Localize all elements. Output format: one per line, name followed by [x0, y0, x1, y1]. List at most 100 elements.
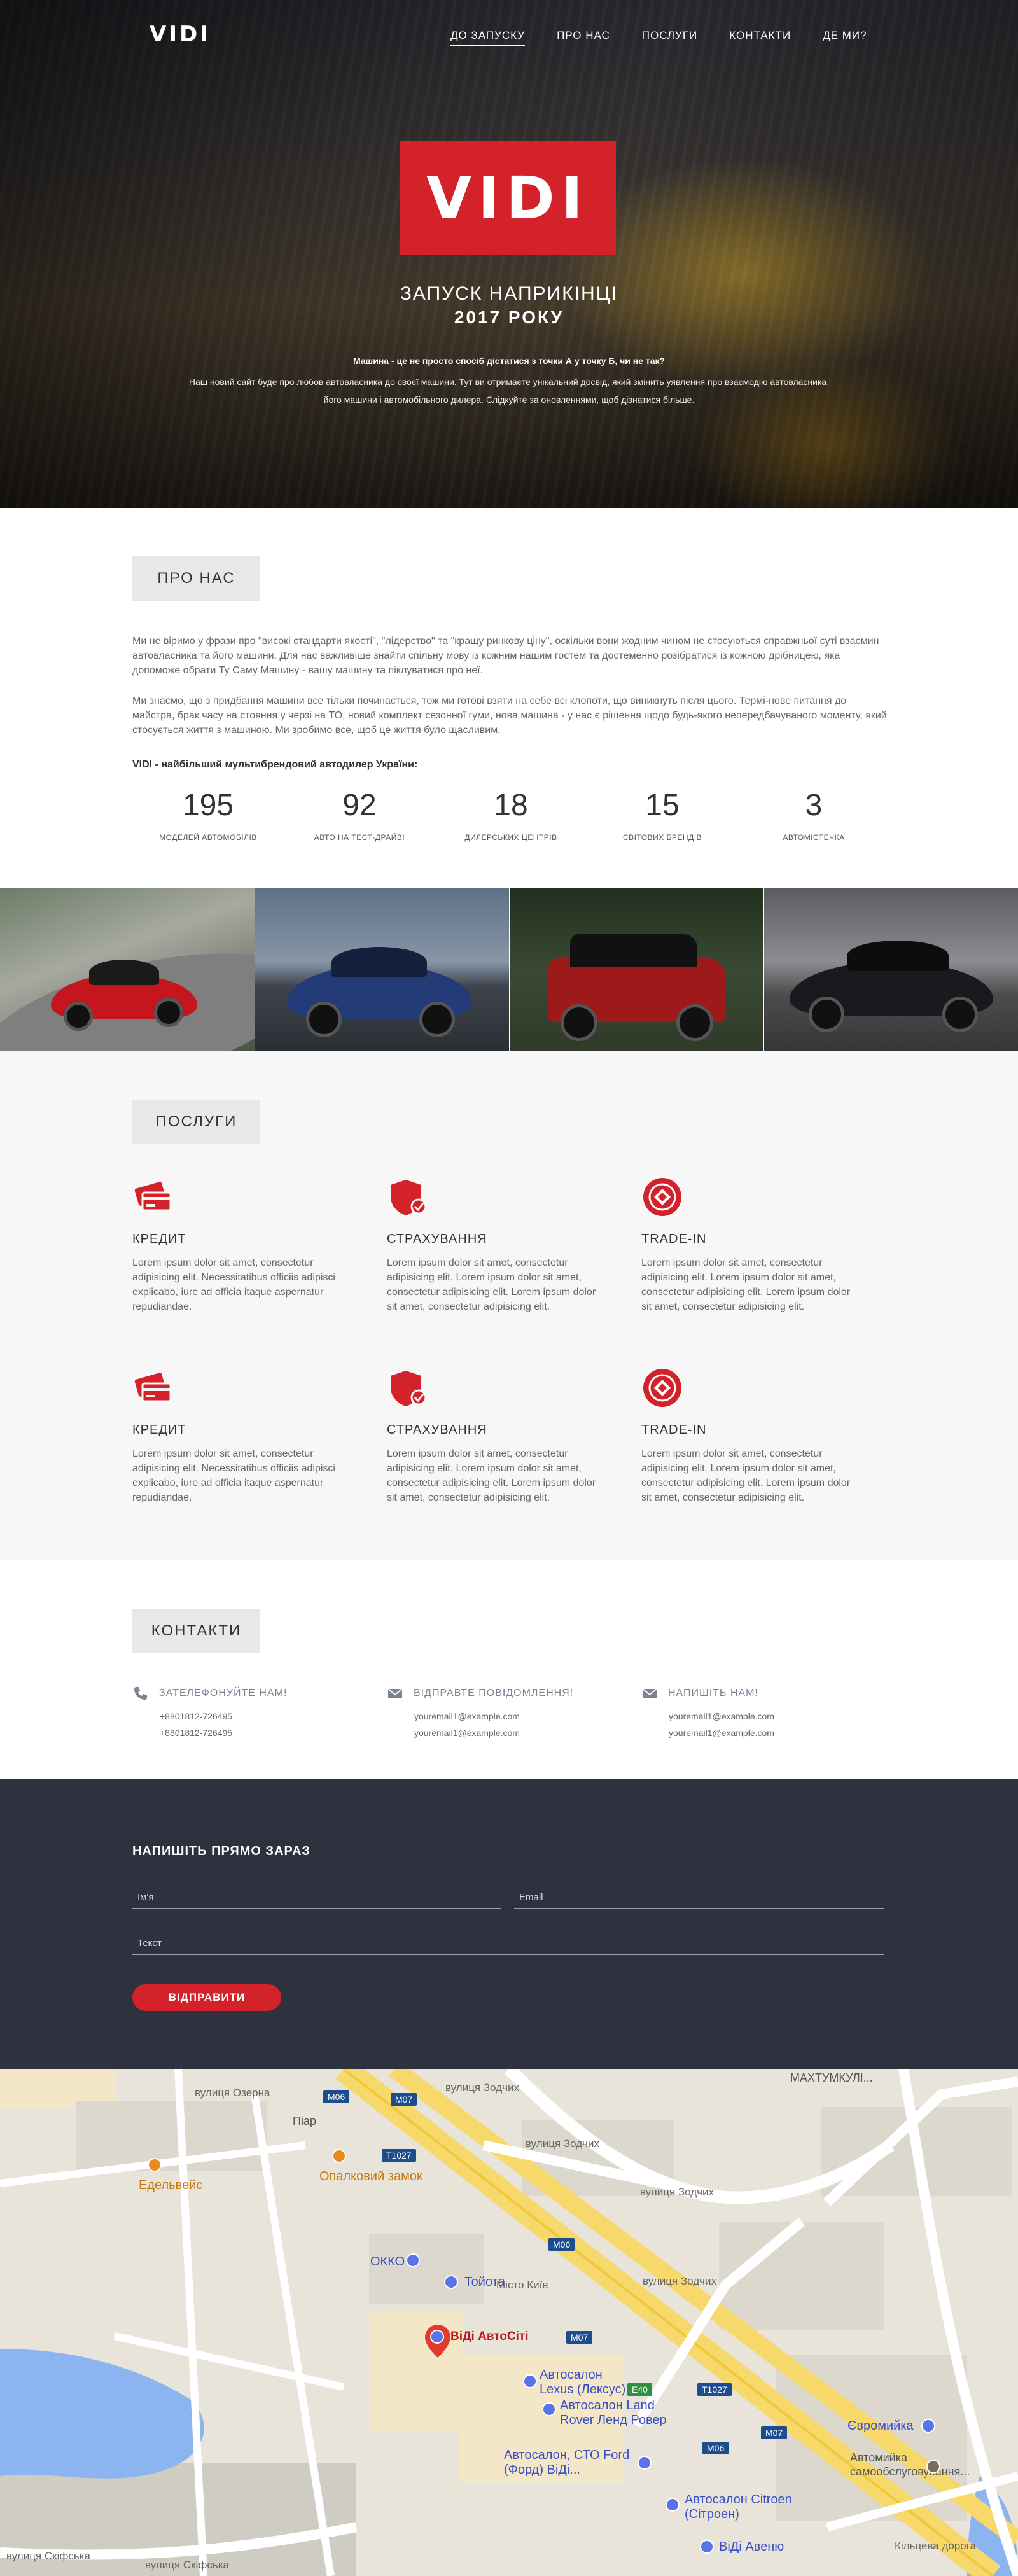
highway-shield: M07: [566, 2331, 593, 2344]
email-address[interactable]: youremail1@example.com: [414, 1708, 603, 1725]
contact-title: ВІДПРАВТЕ ПОВІДОМЛЕННЯ!: [414, 1688, 574, 1698]
hero-description: Наш новий сайт буде про любов автовласни…: [188, 377, 830, 405]
car-photo-blue-luxury-coupe[interactable]: [254, 888, 509, 1051]
map-place-label: Автосалон Land Rover Ленд Ровер: [560, 2398, 667, 2427]
stats-row: 195 МОДЕЛЕЙ АВТОМОБІЛІВ 92 АВТО НА ТЕСТ-…: [132, 788, 889, 842]
map-place-label: ОККО: [370, 2255, 405, 2269]
car-photo-red-sports-coupe[interactable]: [0, 888, 254, 1051]
highway-shield: M06: [702, 2442, 729, 2454]
car-wash-icon[interactable]: [926, 2460, 940, 2474]
stat-value: 15: [645, 788, 680, 822]
message-field[interactable]: [132, 1932, 884, 1955]
map-selected-label[interactable]: ВіДі АвтоСіті: [450, 2330, 529, 2344]
map-place-label: Піар: [293, 2115, 316, 2127]
fuel-station-icon[interactable]: [406, 2253, 420, 2267]
service-card-credit[interactable]: КРЕДИТ Lorem ipsum dolor sit amet, conse…: [132, 1176, 349, 1314]
highway-shield: M06: [323, 2090, 350, 2103]
car-dealer-icon[interactable]: [700, 2540, 714, 2554]
email-address[interactable]: youremail1@example.com: [669, 1725, 858, 1741]
submit-button[interactable]: ВІДПРАВИТИ: [132, 1984, 281, 2011]
car-dealer-icon[interactable]: [430, 2330, 444, 2344]
contact-message: ВІДПРАВТЕ ПОВІДОМЛЕННЯ! youremail1@examp…: [387, 1685, 603, 1741]
services-heading: ПОСЛУГИ: [132, 1100, 260, 1144]
car-roof: [89, 960, 159, 985]
map-street-label: Кільцева дорога: [895, 2540, 977, 2552]
main-nav: ДО ЗАПУСКУ ПРО НАС ПОСЛУГИ КОНТАКТИ ДЕ М…: [450, 29, 899, 46]
hero-logo-badge: VIDI: [400, 141, 616, 255]
contact-title: НАПИШІТЬ НАМ!: [668, 1688, 758, 1698]
stat-value: 92: [342, 788, 377, 822]
map-place-label: Євромийка: [847, 2419, 914, 2433]
car-dealer-icon[interactable]: [523, 2374, 537, 2388]
nav-item-location[interactable]: ДЕ МИ?: [823, 29, 867, 46]
highway-shield: T1027: [382, 2149, 416, 2162]
map-place-label: Тойота: [464, 2275, 505, 2289]
nav-item-services[interactable]: ПОСЛУГИ: [642, 29, 698, 46]
about-heading: ПРО НАС: [132, 556, 260, 601]
car-wheel: [561, 1004, 597, 1041]
car-roof: [847, 941, 949, 971]
service-text: Lorem ipsum dolor sit amet, consectetur …: [387, 1257, 596, 1312]
shield-check-icon: [391, 1180, 427, 1215]
about-section: ПРО НАС Ми не віримо у фрази про "високі…: [0, 508, 1018, 888]
map-place-label: Автосалон Citroen (Сітроен): [685, 2493, 792, 2521]
map-street-label: вулиця Озерна: [195, 2087, 270, 2099]
site-logo[interactable]: VIDI: [150, 22, 211, 47]
service-title: TRADE-IN: [641, 1423, 707, 1437]
service-card-credit[interactable]: КРЕДИТ Lorem ipsum dolor sit amet, conse…: [132, 1367, 349, 1505]
hero-year: 2017 РОКУ: [454, 307, 564, 327]
trade-in-icon: [643, 1369, 681, 1407]
restaurant-icon[interactable]: [332, 2149, 346, 2163]
stat-label: СВІТОВИХ БРЕНДІВ: [622, 833, 702, 842]
map-street-label: вулиця Зодчих: [640, 2186, 714, 2198]
service-text: Lorem ipsum dolor sit amet, consectetur …: [641, 1448, 851, 1503]
stat-item: 92 АВТО НА ТЕСТ-ДРАЙВ!: [284, 788, 435, 842]
car-wash-icon[interactable]: [921, 2419, 935, 2433]
car-dealer-icon[interactable]: [542, 2402, 556, 2416]
nav-item-about[interactable]: ПРО НАС: [557, 29, 610, 46]
service-text: Lorem ipsum dolor sit amet, consectetur …: [132, 1448, 335, 1503]
email-field[interactable]: [514, 1886, 884, 1909]
nav-item-launch[interactable]: ДО ЗАПУСКУ: [450, 29, 526, 46]
car-photo-red-suv[interactable]: [509, 888, 764, 1051]
car-roof: [570, 934, 697, 967]
credit-card-icon: [134, 1182, 172, 1212]
service-card-insurance[interactable]: СТРАХУВАННЯ Lorem ipsum dolor sit amet, …: [387, 1367, 603, 1505]
map-street-label: вулиця Зодчих: [445, 2082, 519, 2094]
phone-number[interactable]: +8801812-726495: [160, 1725, 349, 1741]
map-place-label: Автосалон, СТО Ford (Форд) ВіДі...: [504, 2448, 630, 2477]
car-photo-black-sedan[interactable]: [764, 888, 1018, 1051]
service-title: TRADE-IN: [641, 1232, 707, 1246]
hero-title: ЗАПУСК НАПРИКІНЦІ: [400, 283, 618, 304]
service-card-trade-in[interactable]: TRADE-IN Lorem ipsum dolor sit amet, con…: [641, 1176, 858, 1314]
map-district-label: МАХТУМКУЛІ...: [790, 2071, 873, 2084]
service-card-insurance[interactable]: СТРАХУВАННЯ Lorem ipsum dolor sit amet, …: [387, 1176, 603, 1314]
car-wheel: [942, 997, 978, 1032]
contact-form-section: НАПИШІТЬ ПРЯМО ЗАРАЗ ВІДПРАВИТИ: [0, 1779, 1018, 2069]
service-card-trade-in[interactable]: TRADE-IN Lorem ipsum dolor sit amet, con…: [641, 1367, 858, 1505]
contacts-section: КОНТАКТИ ЗАТЕЛЕФОНУЙТЕ НАМ! +8801812-726…: [0, 1560, 1018, 1779]
car-wheel: [419, 1002, 455, 1037]
car-dealer-icon[interactable]: [444, 2275, 458, 2289]
map-place-label: ВіДі Авеню: [719, 2540, 784, 2554]
car-wheel: [676, 1004, 713, 1041]
nav-item-contacts[interactable]: КОНТАКТИ: [729, 29, 791, 46]
phone-number[interactable]: +8801812-726495: [160, 1708, 349, 1725]
stat-item: 3 АВТОМІСТЕЧКА: [738, 788, 889, 842]
car-dealer-icon[interactable]: [638, 2456, 652, 2470]
email-address[interactable]: youremail1@example.com: [414, 1725, 603, 1741]
map-street-label: вулиця Зодчих: [526, 2138, 599, 2150]
stat-label: МОДЕЛЕЙ АВТОМОБІЛІВ: [159, 833, 257, 842]
service-title: КРЕДИТ: [132, 1232, 186, 1246]
location-map[interactable]: вулиця Озерна вулиця Зодчих вулиця Зодчи…: [0, 2069, 1018, 2576]
email-address[interactable]: youremail1@example.com: [669, 1708, 858, 1725]
restaurant-icon[interactable]: [148, 2158, 162, 2172]
envelope-icon: [642, 1688, 657, 1698]
stat-value: 18: [494, 788, 528, 822]
name-field[interactable]: [132, 1886, 501, 1909]
map-canvas[interactable]: [0, 2069, 1018, 2576]
stat-label: ДИЛЕРСЬКИХ ЦЕНТРІВ: [464, 833, 557, 842]
about-paragraph-1: Ми не віримо у фрази про "високі стандар…: [132, 636, 879, 676]
car-dealer-icon[interactable]: [666, 2498, 680, 2512]
hero-lead: Машина - це не просто спосіб дістатися з…: [352, 356, 666, 366]
